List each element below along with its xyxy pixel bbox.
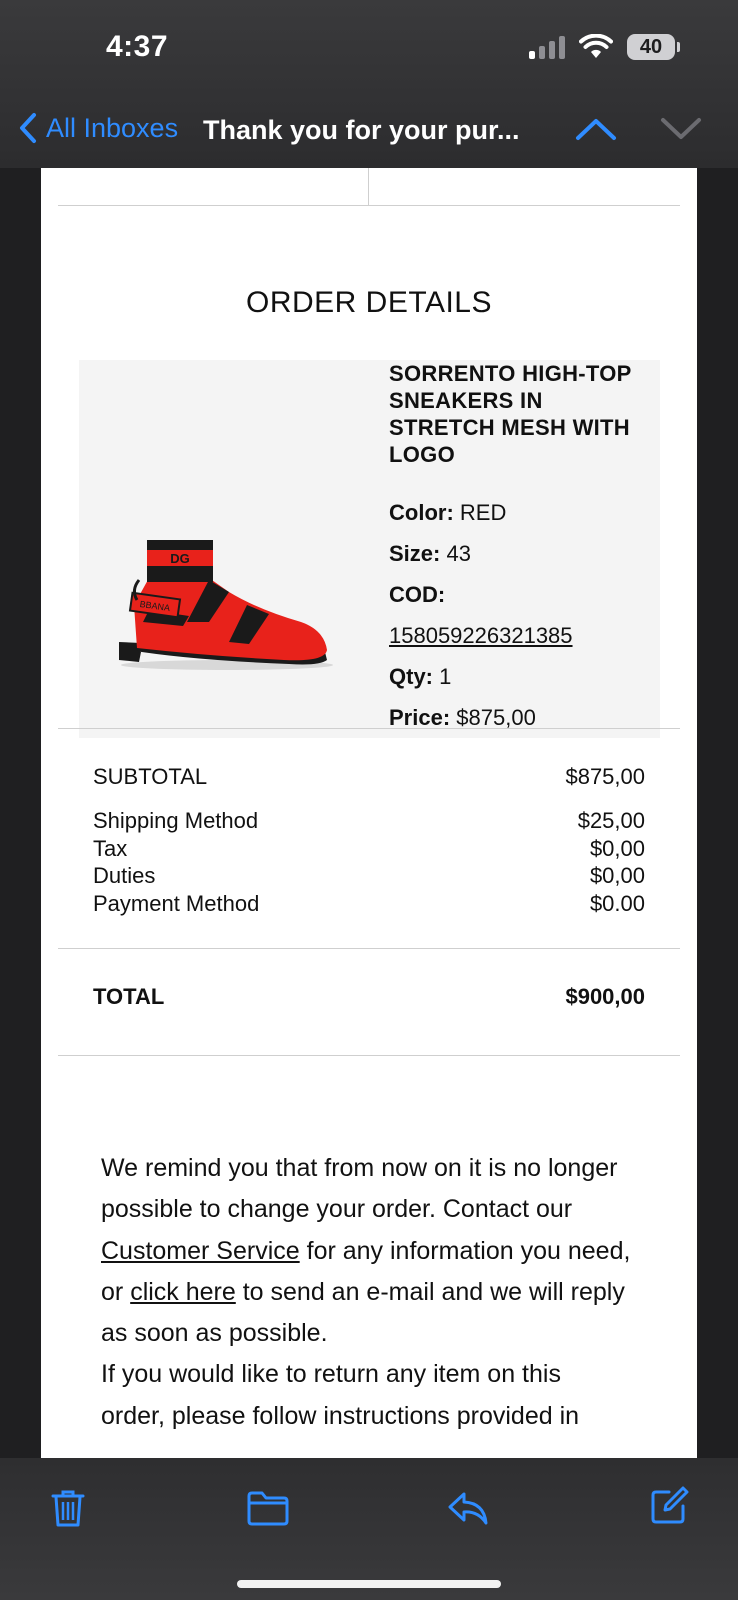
sneaker-product-image[interactable]: DG BBANA: [79, 360, 368, 738]
email-body: ORDER DETAILS DG BBANA SORRENTO HIGH-TOP…: [41, 168, 697, 1458]
product-price-row: Price: $875,00: [389, 705, 536, 730]
trash-icon[interactable]: [50, 1488, 86, 1528]
compose-icon[interactable]: [649, 1486, 689, 1526]
product-cod-link[interactable]: 158059226321385: [389, 615, 639, 656]
back-button[interactable]: All Inboxes: [18, 112, 178, 144]
product-size-row: Size: 43: [389, 541, 471, 566]
divider: [58, 205, 680, 206]
shipping-row: Shipping Method $25,00: [93, 808, 645, 833]
product-qty-row: Qty: 1: [389, 664, 452, 689]
customer-service-link[interactable]: Customer Service: [101, 1237, 300, 1265]
tax-row: Tax $0,00: [93, 835, 645, 861]
battery-level: 40: [627, 34, 675, 60]
wifi-icon: [579, 34, 613, 58]
bottom-toolbar: [0, 1458, 738, 1600]
divider: [58, 948, 680, 949]
product-info: SORRENTO HIGH-TOP SNEAKERS IN STRETCH ME…: [389, 360, 639, 738]
product-cod-label: COD:: [389, 582, 446, 607]
chevron-left-icon: [20, 113, 36, 143]
click-here-link[interactable]: click here: [130, 1278, 236, 1306]
subtotal-row: SUBTOTAL $875,00: [93, 764, 645, 789]
order-details-heading: ORDER DETAILS: [246, 286, 492, 319]
folder-move-icon[interactable]: [246, 1490, 290, 1526]
previous-message-chevron-up-icon[interactable]: [574, 114, 618, 144]
next-message-chevron-down-icon[interactable]: [659, 114, 703, 144]
reply-icon[interactable]: [446, 1490, 490, 1526]
reminder-text: We remind you that from now on it is no …: [101, 1154, 631, 1430]
duties-row: Duties $0,00: [93, 863, 645, 888]
mail-nav-bar: All Inboxes Thank you for your pur...: [0, 108, 738, 154]
status-time: 4:37: [106, 30, 169, 63]
divider: [58, 728, 680, 729]
payment-row: Payment Method $0.00: [93, 890, 645, 916]
top-bar: 4:37 40 All Inboxes Thank you for your p…: [0, 0, 738, 168]
table-divider: [368, 168, 369, 206]
back-label: All Inboxes: [46, 112, 179, 143]
status-icons: 40: [529, 34, 680, 60]
cellular-signal-icon: [529, 35, 565, 59]
home-indicator: [237, 1580, 501, 1588]
sneaker-logo-dg: DG: [170, 551, 190, 566]
product-name: SORRENTO HIGH-TOP SNEAKERS IN STRETCH ME…: [389, 361, 632, 467]
battery-icon: 40: [627, 34, 680, 60]
charges-list: Shipping Method $25,00 Tax $0,00 Duties $0,…: [93, 807, 645, 917]
divider: [58, 1055, 680, 1056]
total-row: TOTAL $900,00: [93, 984, 645, 1009]
email-subject: Thank you for your pur...: [203, 115, 520, 145]
product-color-row: Color: RED: [389, 500, 507, 525]
